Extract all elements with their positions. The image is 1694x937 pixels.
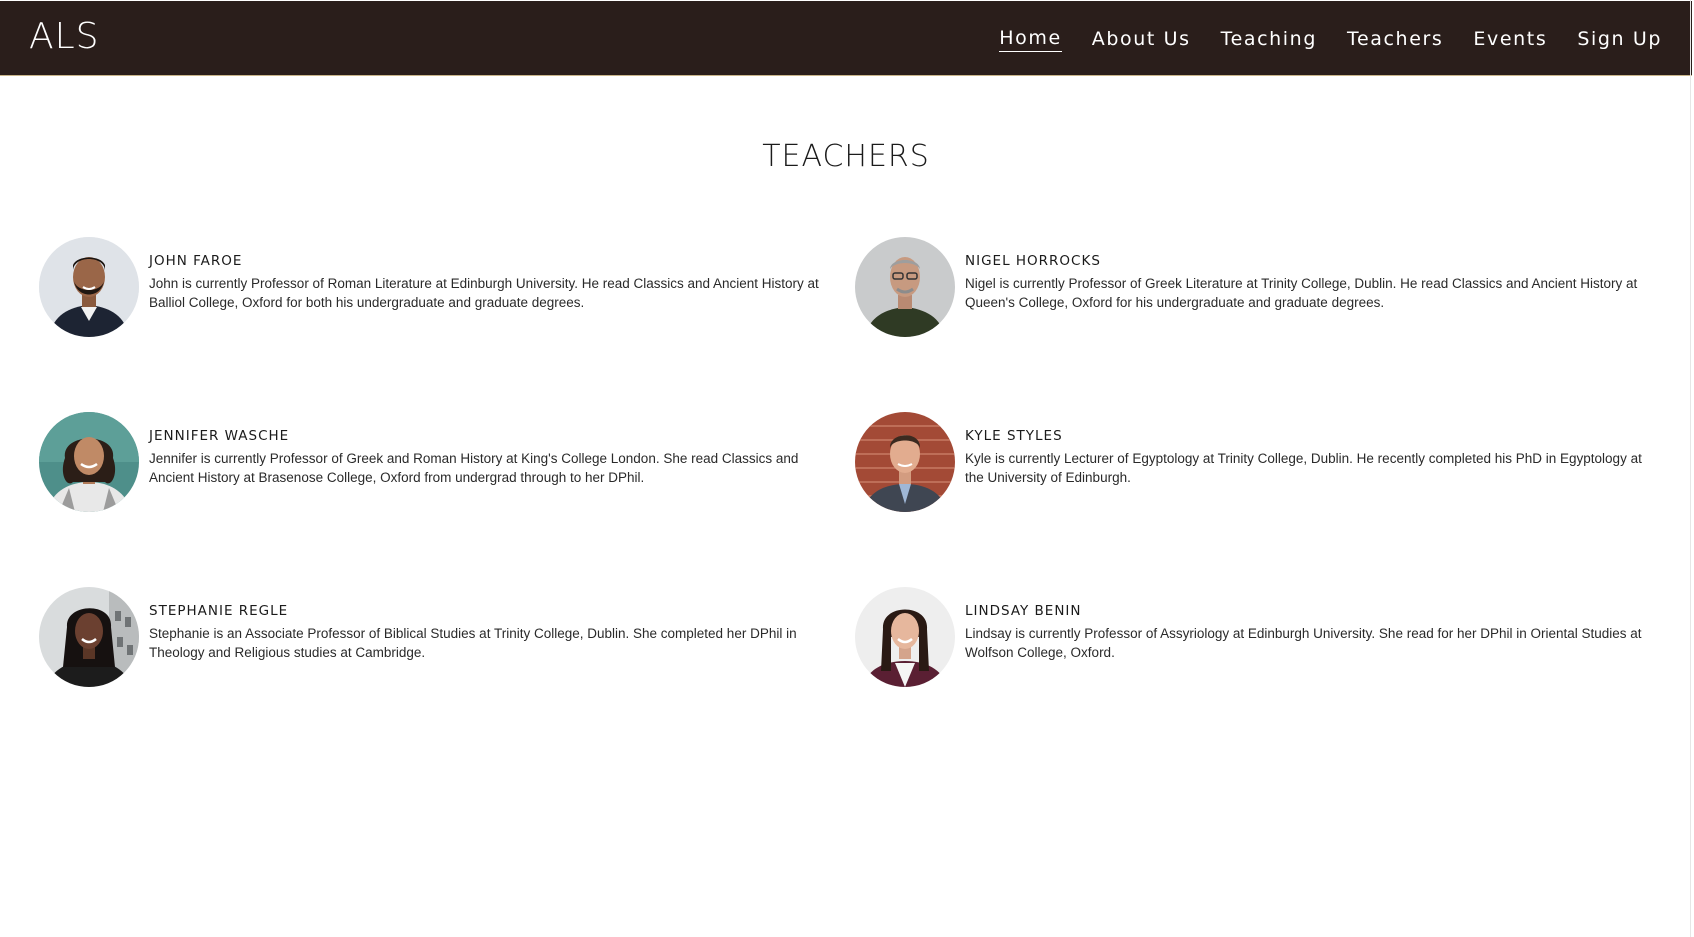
page: ALS Home About Us Teaching Teachers Even… (0, 0, 1694, 937)
teacher-bio: Nigel is currently Professor of Greek Li… (965, 276, 1638, 310)
page-title: TEACHERS (762, 139, 930, 174)
teacher-name: NIGEL HORROCKS (965, 253, 1101, 269)
teacher-photo (855, 237, 955, 337)
nav-link-teachers[interactable]: Teachers (1347, 25, 1443, 53)
teacher-card: JOHN FAROE John is currently Professor o… (39, 237, 839, 347)
brand-logo[interactable]: ALS (29, 15, 100, 59)
teacher-photo (855, 587, 955, 687)
site-header: ALS Home About Us Teaching Teachers Even… (0, 1, 1692, 76)
main-nav: Home About Us Teaching Teachers Events S… (999, 25, 1662, 53)
nav-link-teaching[interactable]: Teaching (1221, 25, 1317, 53)
teacher-bio: Stephanie is an Associate Professor of B… (149, 626, 797, 660)
teacher-card: JENNIFER WASCHE Jennifer is currently Pr… (39, 412, 839, 522)
nav-link-sign-up[interactable]: Sign Up (1577, 25, 1662, 53)
teacher-card: KYLE STYLES Kyle is currently Lecturer o… (855, 412, 1655, 522)
teacher-bio: Jennifer is currently Professor of Greek… (149, 451, 799, 485)
nav-link-home[interactable]: Home (999, 26, 1062, 52)
teacher-card: STEPHANIE REGLE Stephanie is an Associat… (39, 587, 839, 697)
nav-link-about-us[interactable]: About Us (1092, 25, 1191, 53)
teacher-bio: John is currently Professor of Roman Lit… (149, 276, 819, 310)
teacher-photo (39, 412, 139, 512)
teacher-bio: Kyle is currently Lecturer of Egyptology… (965, 451, 1642, 485)
nav-link-events[interactable]: Events (1473, 25, 1547, 53)
teacher-photo (855, 412, 955, 512)
teacher-card: NIGEL HORROCKS Nigel is currently Profes… (855, 237, 1655, 347)
teacher-photo (39, 237, 139, 337)
teacher-name: STEPHANIE REGLE (149, 603, 289, 619)
teacher-name: JOHN FAROE (149, 253, 243, 269)
teacher-bio: Lindsay is currently Professor of Assyri… (965, 626, 1642, 660)
teacher-card: LINDSAY BENIN Lindsay is currently Profe… (855, 587, 1655, 697)
teacher-name: LINDSAY BENIN (965, 603, 1082, 619)
teacher-photo (39, 587, 139, 687)
teacher-name: KYLE STYLES (965, 428, 1063, 444)
teacher-name: JENNIFER WASCHE (149, 428, 290, 444)
